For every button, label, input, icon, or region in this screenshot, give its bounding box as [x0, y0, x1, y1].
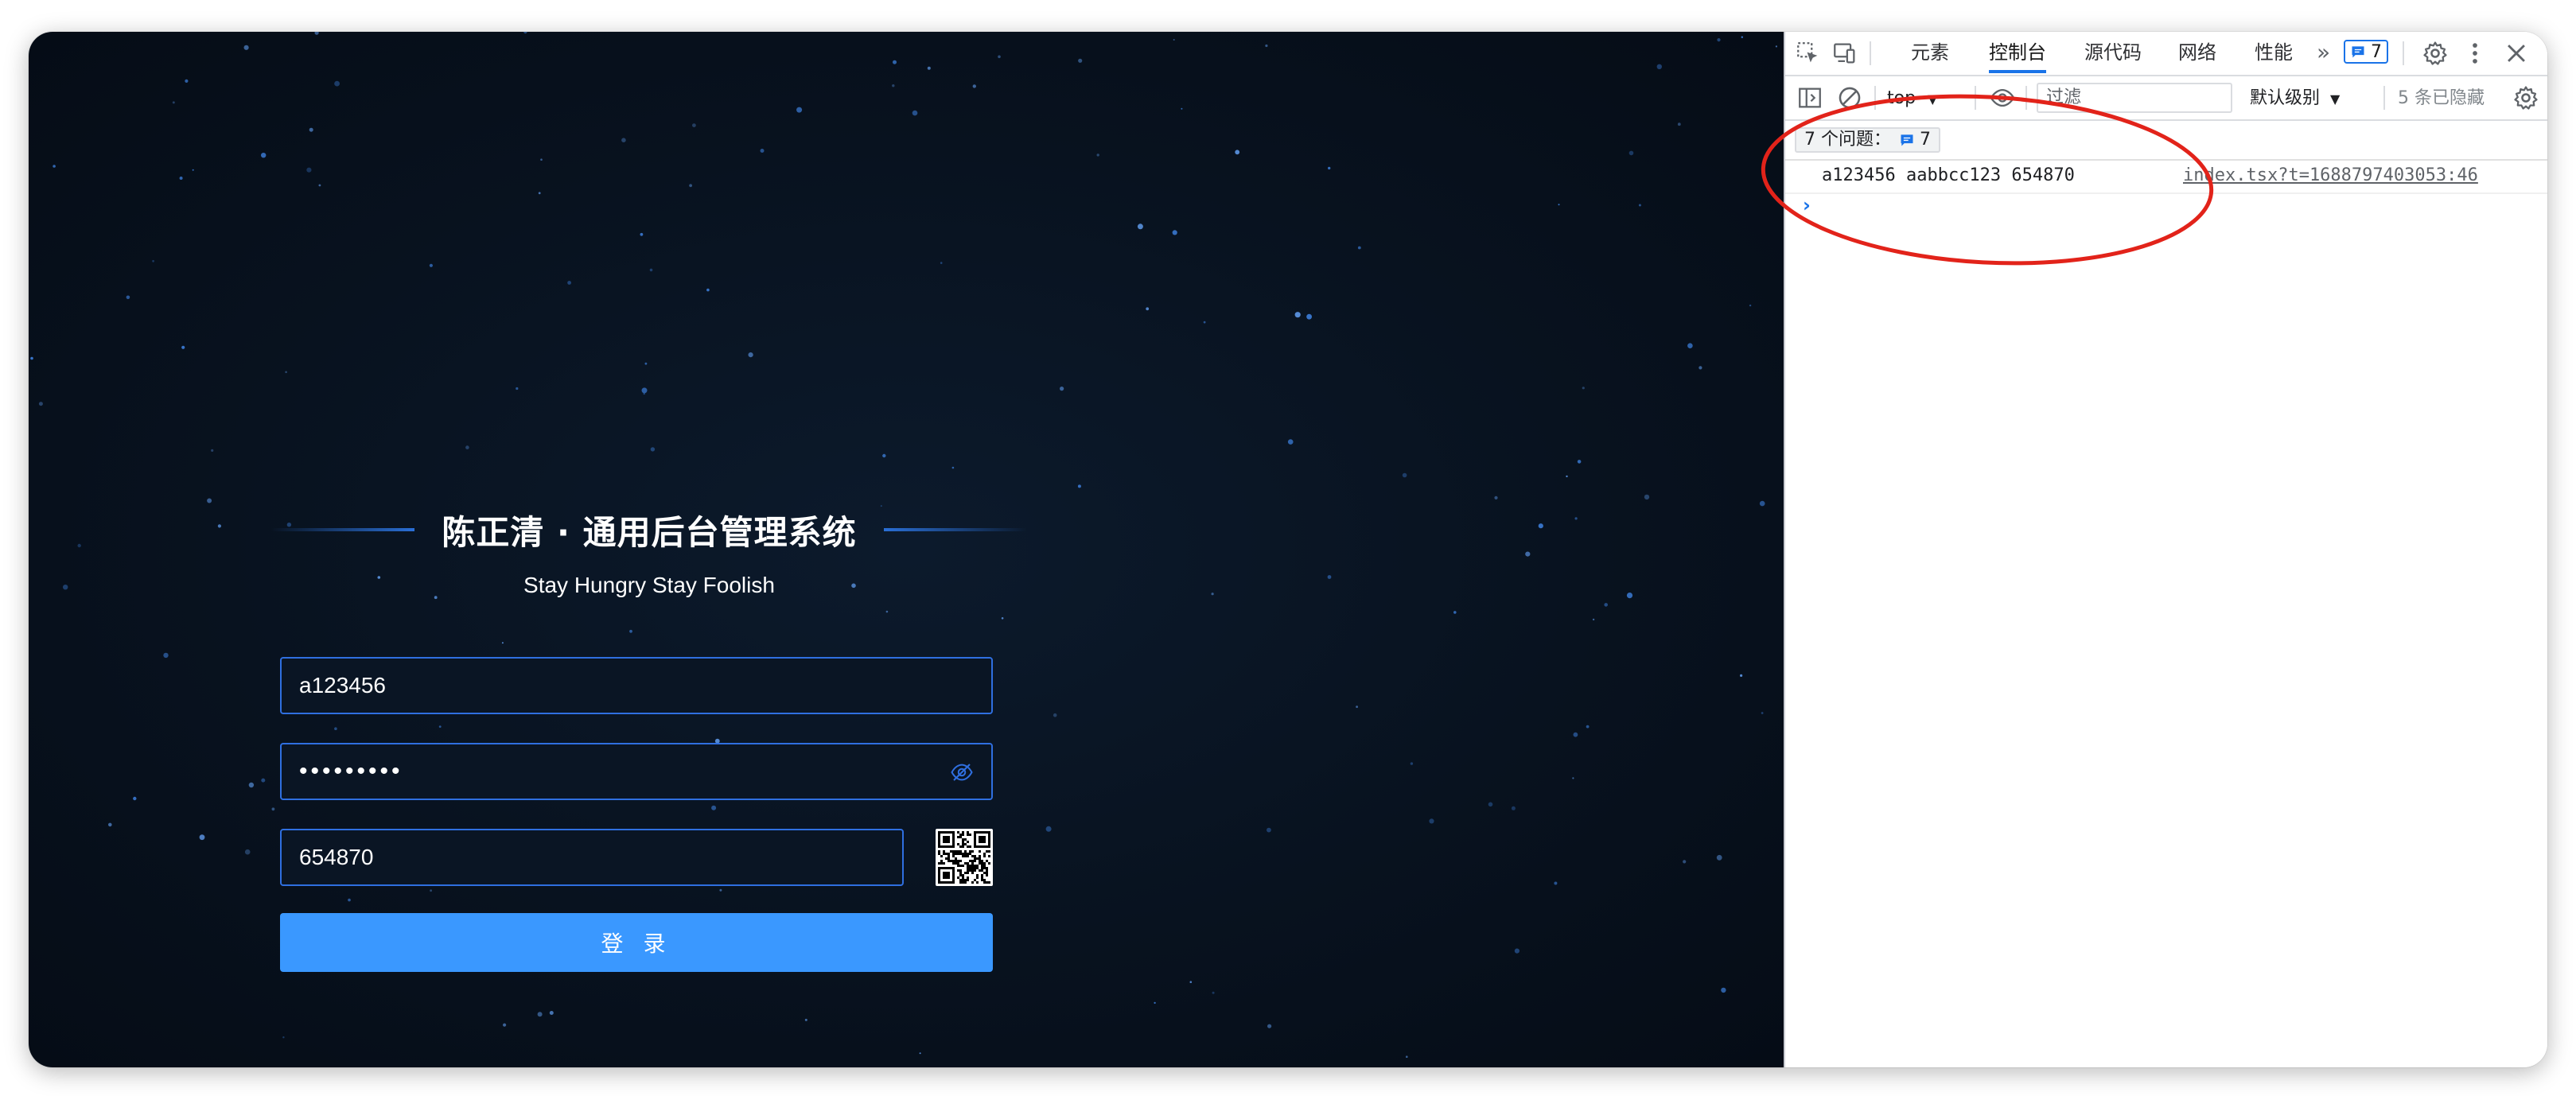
tab-elements[interactable]: 元素 [1911, 32, 1949, 73]
devtools-panel: 元素 控制台 源代码 网络 性能 » 7 top ▼ 过滤 默认级别 ▼ 5 条… [1784, 32, 2547, 1067]
inspect-element-icon[interactable] [1795, 40, 1822, 67]
username-field[interactable] [280, 657, 993, 714]
issues-row: 7 个问题： 7 [1785, 121, 2547, 161]
live-expression-eye-icon[interactable] [1989, 84, 2016, 111]
page-subtitle: Stay Hungry Stay Foolish [523, 573, 775, 597]
console-settings-gear-icon[interactable] [2512, 84, 2539, 111]
login-title-row: 陈正清 · 通用后台管理系统 [259, 498, 1039, 562]
password-field[interactable] [280, 743, 993, 800]
log-source-link[interactable]: index.tsx?t=1688797403053:46 [2183, 165, 2478, 185]
more-vertical-icon[interactable] [2461, 40, 2488, 67]
login-page: 陈正清 · 通用后台管理系统 Stay Hungry Stay Foolish … [29, 32, 1784, 1067]
context-select[interactable]: top ▼ [1887, 86, 1937, 111]
log-message: a123456 aabbcc123 654870 [1822, 165, 2075, 185]
clear-console-icon[interactable] [1836, 84, 1863, 111]
tab-performance[interactable]: 性能 [2255, 32, 2293, 73]
tab-network[interactable]: 网络 [2178, 32, 2216, 73]
toolbar-divider [2025, 86, 2027, 110]
issues-count: 7 [1920, 130, 1931, 150]
issues-badge-count: 7 [2371, 41, 2382, 62]
chevron-down-icon: ▼ [1928, 91, 1938, 107]
issues-badge[interactable]: 7 [2344, 40, 2388, 64]
toolbar-divider [1874, 86, 1876, 110]
console-toolbar: top ▼ 过滤 默认级别 ▼ 5 条已隐藏 [1785, 76, 2547, 121]
hidden-messages-count: 5 条已隐藏 [2398, 88, 2485, 108]
more-tabs-button[interactable]: » [2317, 32, 2330, 73]
eye-off-icon[interactable] [950, 760, 974, 784]
issues-button[interactable]: 7 个问题： 7 [1795, 127, 1940, 153]
title-divider-right [883, 528, 1027, 531]
message-icon [1901, 134, 1913, 146]
context-value: top [1887, 88, 1916, 108]
console-log-entry: a123456 aabbcc123 654870 index.tsx?t=168… [1785, 161, 2547, 194]
captcha-code-input[interactable] [282, 830, 902, 884]
gear-icon[interactable] [2422, 40, 2449, 67]
sidebar-toggle-icon[interactable] [1796, 84, 1823, 111]
filter-input[interactable]: 过滤 [2037, 83, 2232, 113]
toolbar-divider [1975, 86, 1976, 110]
tab-sources[interactable]: 源代码 [2084, 32, 2142, 73]
log-level-value: 默认级别 [2250, 88, 2321, 108]
toolbar-divider [2403, 41, 2404, 65]
qr-code-icon[interactable] [936, 829, 993, 886]
password-input[interactable] [282, 744, 991, 799]
app-window: 陈正清 · 通用后台管理系统 Stay Hungry Stay Foolish … [29, 32, 2547, 1067]
tab-console[interactable]: 控制台 [1989, 32, 2046, 73]
toolbar-divider [1870, 41, 1871, 65]
captcha-code-field[interactable] [280, 829, 904, 886]
console-prompt[interactable]: › [1803, 194, 1811, 216]
login-button[interactable]: 登 录 [280, 913, 993, 972]
username-input[interactable] [282, 659, 991, 713]
page-title: 陈正清 · 通用后台管理系统 [442, 512, 857, 552]
message-icon [2352, 46, 2364, 58]
chevron-down-icon: ▼ [2330, 91, 2341, 107]
close-icon[interactable] [2503, 40, 2530, 67]
toolbar-divider [2383, 86, 2385, 110]
log-level-select[interactable]: 默认级别 ▼ [2250, 86, 2340, 112]
devtools-tabbar: 元素 控制台 源代码 网络 性能 » 7 [1785, 32, 2547, 76]
title-divider-left [271, 528, 415, 531]
issues-label: 7 个问题： [1804, 130, 1891, 150]
device-toolbar-icon[interactable] [1831, 40, 1858, 67]
